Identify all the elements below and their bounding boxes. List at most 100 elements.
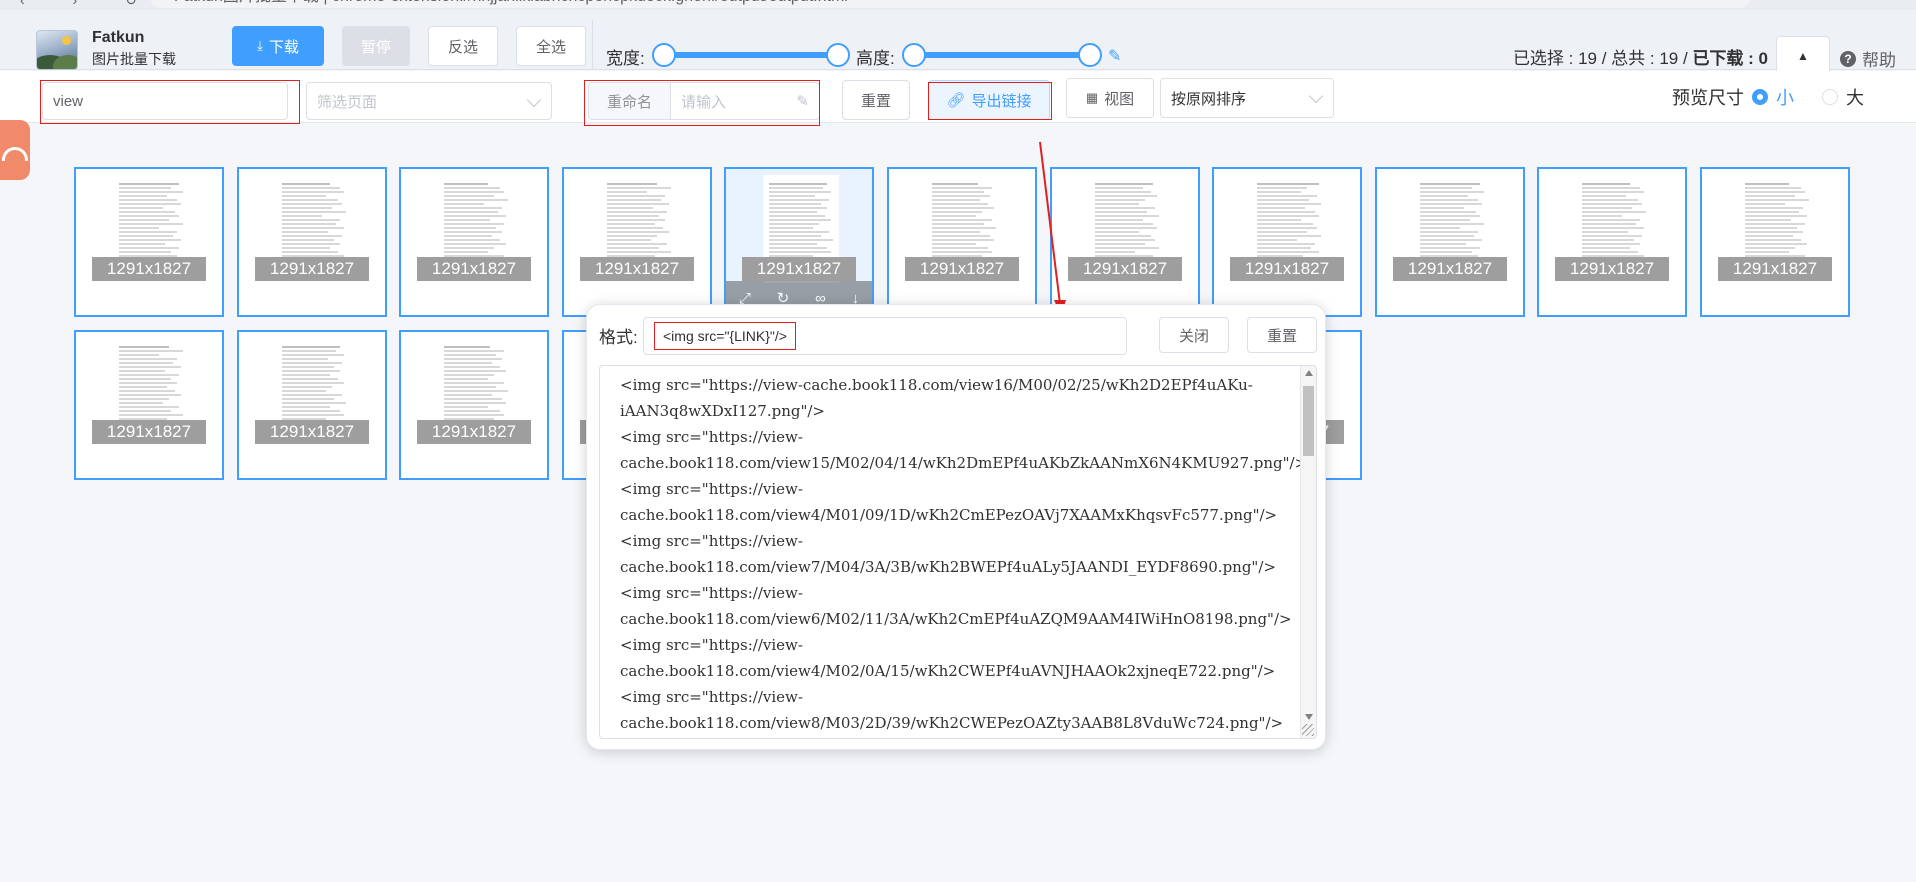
image-dimensions-label: 1291x1827: [905, 257, 1019, 281]
select-all-button[interactable]: 全选: [516, 26, 586, 66]
sort-select[interactable]: 按原网排序: [1160, 78, 1334, 118]
image-dimensions-label: 1291x1827: [255, 420, 369, 444]
help-link[interactable]: ? 帮助: [1840, 46, 1896, 71]
links-textarea[interactable]: <img src="https://view-cache.book118.com…: [599, 365, 1317, 739]
image-thumbnail[interactable]: 1291x1827: [562, 167, 712, 317]
width-label: 宽度:: [606, 49, 645, 68]
image-thumbnail[interactable]: 1291x1827: [74, 167, 224, 317]
view-toggle-button[interactable]: ▦ 视图: [1066, 78, 1154, 118]
scroll-down-icon[interactable]: [1305, 714, 1313, 720]
size-small-radio[interactable]: [1752, 89, 1768, 105]
size-large-radio[interactable]: [1822, 89, 1838, 105]
chevron-down-icon: [1308, 88, 1324, 104]
export-links-dialog: 格式: <img src="{LINK}"/> 关闭 重置 <img src="…: [586, 304, 1326, 750]
link-line: cache.book118.com/view7/M04/3A/3B/wKh2BW…: [620, 558, 1276, 576]
preview-size-label: 预览尺寸: [1672, 88, 1744, 108]
image-thumbnail[interactable]: 1291x1827: [237, 330, 387, 480]
image-dimensions-label: 1291x1827: [1230, 257, 1344, 281]
pause-button[interactable]: 暂停: [342, 26, 410, 66]
scroll-top-button[interactable]: ▲: [1776, 36, 1830, 76]
image-thumbnail[interactable]: 1291x1827: [887, 167, 1037, 317]
image-dimensions-label: 1291x1827: [1393, 257, 1507, 281]
preview-size-group: 预览尺寸 小 大: [1672, 84, 1864, 110]
format-input[interactable]: <img src="{LINK}"/>: [643, 317, 1127, 355]
brand-subtitle: 图片批量下载: [92, 51, 176, 67]
app-header: Fatkun 图片批量下载 ⤓ 下载 暂停 反选 全选 宽度: 高度: ✎ 已选…: [0, 10, 1916, 76]
width-slider-max-handle[interactable]: [826, 43, 850, 67]
size-large-label[interactable]: 大: [1846, 84, 1864, 110]
link-line: cache.book118.com/view15/M02/04/14/wKh2D…: [620, 454, 1308, 472]
width-slider-track[interactable]: [664, 52, 840, 58]
links-text: <img src="https://view-cache.book118.com…: [620, 372, 1308, 736]
app-logo-icon: [36, 30, 78, 70]
image-thumbnail[interactable]: 1291x1827: [399, 330, 549, 480]
annotation-box-export: [928, 82, 1052, 120]
scrollbar-thumb[interactable]: [1303, 386, 1314, 456]
stats-selected: 已选择 : 19 / 总共 : 19 /: [1512, 49, 1693, 68]
link-line: cache.book118.com/view4/M02/0A/15/wKh2CW…: [620, 662, 1276, 680]
link-line: <img src="https://view-: [620, 636, 803, 654]
download-stats: 已选择 : 19 / 总共 : 19 / 已下载 : 0: [1513, 44, 1768, 69]
invert-selection-button[interactable]: 反选: [428, 26, 498, 66]
link-line: iAAN3q8wXDxI127.png"/>: [620, 402, 825, 420]
page-filter-select[interactable]: 筛选页面: [306, 82, 552, 120]
scroll-up-icon[interactable]: [1305, 370, 1313, 376]
image-dimensions-label: 1291x1827: [742, 257, 856, 281]
annotation-box-rename: [584, 80, 820, 126]
image-thumbnail[interactable]: 1291x1827: [1375, 167, 1525, 317]
height-label: 高度:: [856, 49, 895, 68]
image-thumbnail[interactable]: 1291x1827: [399, 167, 549, 317]
caret-up-icon: ▲: [1797, 49, 1809, 63]
height-slider-track[interactable]: [914, 52, 1090, 58]
link-line: cache.book118.com/view4/M01/09/1D/wKh2Cm…: [620, 506, 1278, 524]
link-line: <img src="https://view-: [620, 584, 803, 602]
image-thumbnail[interactable]: 1291x1827: [237, 167, 387, 317]
resize-grip-icon[interactable]: [1302, 724, 1314, 736]
brand-name: Fatkun: [92, 29, 145, 46]
link-line: cache.book118.com/view8/M03/2D/39/wKh2CW…: [620, 714, 1284, 732]
question-icon: ?: [1840, 50, 1856, 67]
link-line: <img src="https://view-: [620, 688, 803, 706]
image-thumbnail[interactable]: 1291x1827: [1212, 167, 1362, 317]
image-dimensions-label: 1291x1827: [1555, 257, 1669, 281]
image-thumbnail[interactable]: 1291x1827: [74, 330, 224, 480]
image-dimensions-label: 1291x1827: [92, 420, 206, 444]
close-button[interactable]: 关闭: [1159, 317, 1229, 353]
grid-icon: ▦: [1085, 90, 1099, 105]
image-dimensions-label: 1291x1827: [255, 257, 369, 281]
dialog-reset-button[interactable]: 重置: [1247, 317, 1317, 353]
height-slider-max-handle[interactable]: [1078, 43, 1102, 67]
browser-tab-strip: ‹ › ↻ Fatkun图片批量下载 | chrome-extension://…: [0, 0, 1916, 10]
browser-nav-icons[interactable]: ‹ › ↻: [20, 0, 159, 9]
image-thumbnail[interactable]: 1291x1827: [1700, 167, 1850, 317]
download-icon: ⤓: [257, 38, 263, 53]
link-line: <img src="https://view-: [620, 428, 803, 446]
format-value: <img src="{LINK}"/>: [654, 322, 796, 350]
collapse-side-tab[interactable]: [0, 120, 30, 180]
link-line: cache.book118.com/view6/M02/11/3A/wKh2Cm…: [620, 610, 1292, 628]
height-slider-min-handle[interactable]: [902, 43, 926, 67]
image-dimensions-label: 1291x1827: [1718, 257, 1832, 281]
image-dimensions-label: 1291x1827: [580, 257, 694, 281]
scrollbar[interactable]: [1300, 366, 1316, 738]
stats-downloaded: 已下载 : 0: [1692, 49, 1768, 68]
reset-button[interactable]: 重置: [842, 80, 910, 120]
link-line: <img src="https://view-: [620, 480, 803, 498]
annotation-box-filter: [40, 80, 300, 124]
annotation-arrow: [1039, 141, 1066, 316]
image-dimensions-label: 1291x1827: [92, 257, 206, 281]
link-line: <img src="https://view-: [620, 532, 803, 550]
link-line: <img src="https://view-cache.book118.com…: [620, 376, 1253, 394]
arc-icon: [2, 147, 28, 161]
download-button[interactable]: ⤓ 下载: [232, 26, 324, 66]
edit-icon[interactable]: ✎: [1108, 46, 1121, 66]
image-dimensions-label: 1291x1827: [417, 257, 531, 281]
browser-address-bar[interactable]: Fatkun图片批量下载 | chrome-extension://nnjjah…: [150, 0, 1750, 8]
width-slider-min-handle[interactable]: [652, 43, 676, 67]
image-dimensions-label: 1291x1827: [417, 420, 531, 444]
image-thumbnail[interactable]: 1291x1827 ⤢ ↻ ∞ ↓: [724, 167, 874, 317]
size-small-label[interactable]: 小: [1776, 84, 1794, 110]
header-divider: [592, 20, 593, 70]
image-thumbnail[interactable]: 1291x1827: [1537, 167, 1687, 317]
format-label: 格式:: [599, 328, 638, 347]
